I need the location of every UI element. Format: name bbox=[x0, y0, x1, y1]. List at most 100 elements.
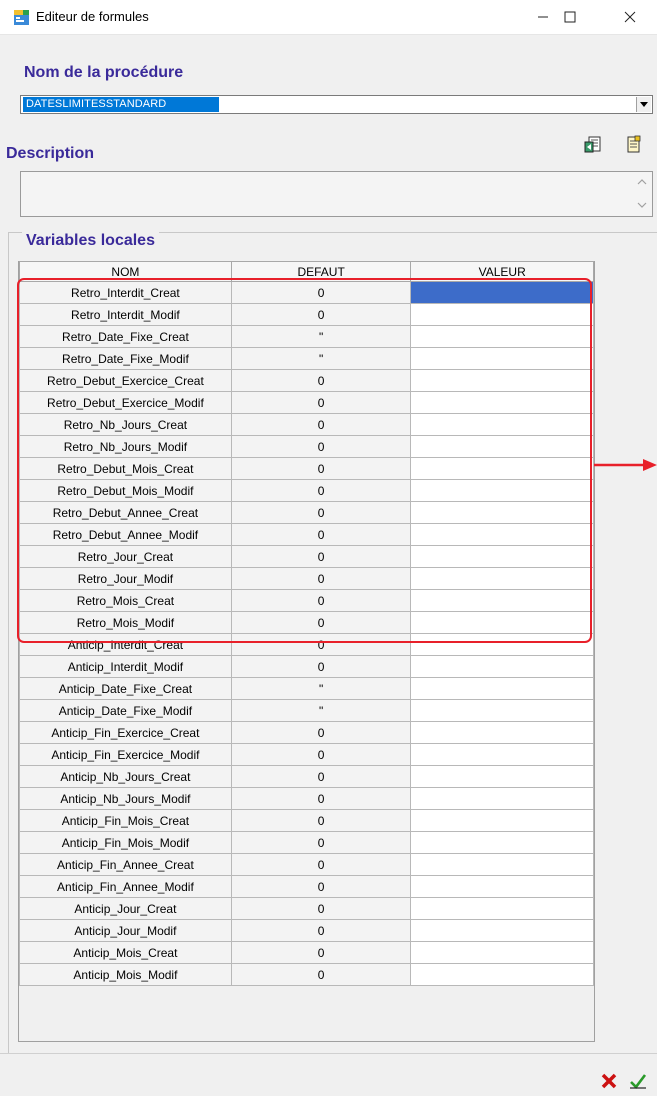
variable-default-cell: " bbox=[230, 677, 412, 700]
variable-default-cell: 0 bbox=[230, 853, 412, 876]
variable-value-input[interactable] bbox=[410, 831, 594, 854]
table-row[interactable]: Retro_Mois_Modif 0 bbox=[19, 611, 594, 634]
table-row[interactable]: Retro_Date_Fixe_Modif " bbox=[19, 347, 594, 370]
variable-value-input[interactable] bbox=[410, 941, 594, 964]
variable-name-cell: Anticip_Mois_Modif bbox=[19, 963, 232, 986]
variable-default-cell: 0 bbox=[230, 391, 412, 414]
variable-value-input[interactable] bbox=[410, 721, 594, 744]
variable-name-cell: Anticip_Interdit_Modif bbox=[19, 655, 232, 678]
variable-default-cell: 0 bbox=[230, 941, 412, 964]
variable-value-input[interactable] bbox=[410, 567, 594, 590]
procedure-select[interactable]: DATESLIMITESSTANDARD bbox=[20, 95, 653, 114]
variable-value-input[interactable] bbox=[410, 655, 594, 678]
variable-value-input[interactable] bbox=[410, 589, 594, 612]
table-row[interactable]: Retro_Debut_Annee_Modif 0 bbox=[19, 523, 594, 546]
variable-value-input[interactable] bbox=[410, 391, 594, 414]
variable-value-input[interactable] bbox=[410, 303, 594, 326]
variable-value-input[interactable] bbox=[410, 677, 594, 700]
table-row[interactable]: Retro_Debut_Annee_Creat 0 bbox=[19, 501, 594, 524]
variable-default-cell: " bbox=[230, 347, 412, 370]
dropdown-arrow-button[interactable] bbox=[636, 97, 651, 112]
variable-value-input[interactable] bbox=[410, 611, 594, 634]
table-row[interactable]: Retro_Date_Fixe_Creat " bbox=[19, 325, 594, 348]
variable-default-cell: 0 bbox=[230, 479, 412, 502]
table-row[interactable]: Anticip_Date_Fixe_Creat " bbox=[19, 677, 594, 700]
scroll-up-button[interactable] bbox=[636, 177, 648, 187]
table-row[interactable]: Anticip_Fin_Mois_Modif 0 bbox=[19, 831, 594, 854]
table-row[interactable]: Retro_Jour_Creat 0 bbox=[19, 545, 594, 568]
variable-value-input[interactable] bbox=[410, 875, 594, 898]
variable-name-cell: Anticip_Fin_Annee_Modif bbox=[19, 875, 232, 898]
table-row[interactable]: Anticip_Fin_Mois_Creat 0 bbox=[19, 809, 594, 832]
table-row[interactable]: Retro_Mois_Creat 0 bbox=[19, 589, 594, 612]
column-header-defaut[interactable]: DEFAUT bbox=[230, 261, 412, 282]
variable-name-cell: Retro_Debut_Mois_Modif bbox=[19, 479, 232, 502]
table-row[interactable]: Anticip_Date_Fixe_Modif " bbox=[19, 699, 594, 722]
variable-value-input[interactable] bbox=[410, 765, 594, 788]
window-titlebar: Editeur de formules bbox=[0, 0, 657, 35]
variable-value-input[interactable] bbox=[410, 435, 594, 458]
table-row[interactable]: Anticip_Fin_Exercice_Modif 0 bbox=[19, 743, 594, 766]
column-header-valeur[interactable]: VALEUR bbox=[410, 261, 594, 282]
variable-default-cell: 0 bbox=[230, 281, 412, 304]
variable-value-input[interactable] bbox=[410, 501, 594, 524]
variable-name-cell: Anticip_Mois_Creat bbox=[19, 941, 232, 964]
table-row[interactable]: Anticip_Nb_Jours_Creat 0 bbox=[19, 765, 594, 788]
maximize-button[interactable] bbox=[547, 0, 593, 34]
copy-formula-icon[interactable] bbox=[624, 135, 644, 155]
table-row[interactable]: Retro_Debut_Mois_Creat 0 bbox=[19, 457, 594, 480]
variable-default-cell: 0 bbox=[230, 831, 412, 854]
table-row[interactable]: Anticip_Jour_Creat 0 bbox=[19, 897, 594, 920]
table-row[interactable]: Retro_Nb_Jours_Modif 0 bbox=[19, 435, 594, 458]
variable-value-input[interactable] bbox=[410, 633, 594, 656]
variable-value-input[interactable] bbox=[410, 787, 594, 810]
variable-value-input[interactable] bbox=[410, 369, 594, 392]
variable-value-input[interactable] bbox=[410, 545, 594, 568]
variable-name-cell: Retro_Debut_Exercice_Creat bbox=[19, 369, 232, 392]
procedure-name-label: Nom de la procédure bbox=[24, 64, 184, 81]
table-row[interactable]: Retro_Interdit_Modif 0 bbox=[19, 303, 594, 326]
table-row[interactable]: Anticip_Nb_Jours_Modif 0 bbox=[19, 787, 594, 810]
variable-value-input[interactable] bbox=[410, 699, 594, 722]
variable-name-cell: Retro_Interdit_Creat bbox=[19, 281, 232, 304]
variable-value-input[interactable] bbox=[410, 347, 594, 370]
variable-value-input[interactable] bbox=[410, 743, 594, 766]
variable-value-input[interactable] bbox=[410, 413, 594, 436]
table-row[interactable]: Anticip_Interdit_Creat 0 bbox=[19, 633, 594, 656]
table-row[interactable]: Anticip_Fin_Annee_Modif 0 bbox=[19, 875, 594, 898]
variable-value-input[interactable] bbox=[410, 281, 594, 304]
variable-value-input[interactable] bbox=[410, 457, 594, 480]
variable-value-input[interactable] bbox=[410, 523, 594, 546]
variable-value-input[interactable] bbox=[410, 809, 594, 832]
variable-value-input[interactable] bbox=[410, 963, 594, 986]
import-formula-icon[interactable] bbox=[583, 135, 603, 155]
variable-value-input[interactable] bbox=[410, 479, 594, 502]
variable-value-input[interactable] bbox=[410, 853, 594, 876]
variable-default-cell: 0 bbox=[230, 897, 412, 920]
cancel-button[interactable] bbox=[598, 1070, 620, 1092]
variable-default-cell: 0 bbox=[230, 765, 412, 788]
description-textarea[interactable] bbox=[20, 171, 653, 217]
table-row[interactable]: Anticip_Jour_Modif 0 bbox=[19, 919, 594, 942]
variable-name-cell: Anticip_Interdit_Creat bbox=[19, 633, 232, 656]
column-header-nom[interactable]: NOM bbox=[19, 261, 232, 282]
close-button[interactable] bbox=[607, 0, 653, 34]
variable-value-input[interactable] bbox=[410, 897, 594, 920]
table-row[interactable]: Anticip_Fin_Annee_Creat 0 bbox=[19, 853, 594, 876]
variable-default-cell: " bbox=[230, 325, 412, 348]
table-row[interactable]: Retro_Debut_Exercice_Modif 0 bbox=[19, 391, 594, 414]
variable-value-input[interactable] bbox=[410, 919, 594, 942]
table-row[interactable]: Anticip_Fin_Exercice_Creat 0 bbox=[19, 721, 594, 744]
table-row[interactable]: Retro_Nb_Jours_Creat 0 bbox=[19, 413, 594, 436]
table-header-row: NOM DEFAUT VALEUR bbox=[19, 261, 594, 282]
table-row[interactable]: Retro_Interdit_Creat 0 bbox=[19, 281, 594, 304]
scroll-down-button[interactable] bbox=[636, 200, 648, 210]
table-row[interactable]: Retro_Debut_Exercice_Creat 0 bbox=[19, 369, 594, 392]
table-row[interactable]: Anticip_Interdit_Modif 0 bbox=[19, 655, 594, 678]
table-row[interactable]: Retro_Debut_Mois_Modif 0 bbox=[19, 479, 594, 502]
variable-value-input[interactable] bbox=[410, 325, 594, 348]
table-row[interactable]: Anticip_Mois_Creat 0 bbox=[19, 941, 594, 964]
table-row[interactable]: Anticip_Mois_Modif 0 bbox=[19, 963, 594, 986]
table-row[interactable]: Retro_Jour_Modif 0 bbox=[19, 567, 594, 590]
ok-button[interactable] bbox=[627, 1070, 649, 1092]
